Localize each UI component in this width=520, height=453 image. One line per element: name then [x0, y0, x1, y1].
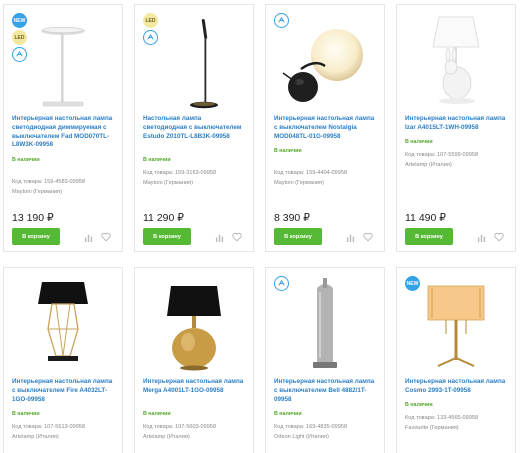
stock-status: В наличии [143, 157, 171, 163]
product-brand: Odeon Light (Италия) [274, 434, 329, 440]
product-code: Код товара: 159-3163-09958 [143, 170, 217, 176]
product-code: Код товара: 107-5603-09958 [143, 424, 217, 430]
product-card[interactable]: Интерьерная настольная лампа с выключате… [265, 4, 385, 252]
product-price: 11 490 ₽ [405, 212, 446, 224]
product-title-link[interactable]: Интерьерная настольная лампа с выключате… [274, 115, 378, 141]
product-title-link[interactable]: Интерьерная настольная лампа Merga A4001… [143, 378, 247, 396]
dimmable-icon [274, 276, 289, 291]
product-card[interactable]: NEW Интерьерная настольная лампа Cosmo 2… [396, 267, 516, 453]
compare-icon[interactable] [346, 233, 355, 242]
compare-icon[interactable] [215, 233, 224, 242]
product-card[interactable]: Интерьерная настольная лампа Izar A4015L… [396, 4, 516, 252]
product-brand: Maytoni (Германия) [12, 189, 62, 195]
product-price: 13 190 ₽ [12, 212, 54, 224]
product-price: 8 390 ₽ [274, 212, 310, 224]
product-brand: Artelamp (Италия) [12, 434, 59, 440]
add-to-cart-button[interactable]: В корзину [274, 228, 322, 245]
product-code: Код товара: 169-4835-09958 [274, 424, 348, 430]
product-card[interactable]: Интерьерная настольная лампа с выключате… [265, 267, 385, 453]
led-badge: LED [143, 13, 158, 28]
product-title-link[interactable]: Настольная лампа светодиодная с выключат… [143, 115, 247, 141]
stock-status: В наличии [405, 139, 433, 145]
product-image[interactable] [135, 272, 253, 376]
add-to-cart-button[interactable]: В корзину [405, 228, 453, 245]
new-badge: NEW [405, 276, 420, 291]
stock-status: В наличии [143, 411, 171, 417]
product-code: Код товара: 159-4404-09958 [274, 170, 348, 176]
product-code: Код товара: 107-5599-09958 [405, 152, 479, 158]
product-title-link[interactable]: Интерьерная настольная лампа с выключате… [274, 378, 378, 404]
add-to-cart-button[interactable]: В корзину [12, 228, 60, 245]
add-to-cart-button[interactable]: В корзину [143, 228, 191, 245]
stock-status: В наличии [274, 411, 302, 417]
favorite-heart-icon[interactable] [232, 232, 242, 242]
product-title-link[interactable]: Интерьерная настольная лампа Izar A4015L… [405, 115, 509, 133]
badge-group: NEW [405, 276, 420, 291]
badge-group: LED [143, 13, 158, 45]
led-badge: LED [12, 30, 27, 45]
product-title-link[interactable]: Интерьерная настольная лампа светодиодна… [12, 115, 116, 150]
stock-status: В наличии [405, 402, 433, 408]
product-brand: Favourite (Германия) [405, 425, 459, 431]
product-price: 11 290 ₽ [143, 212, 184, 224]
product-title-link[interactable]: Интерьерная настольная лампа с выключате… [12, 378, 116, 404]
product-code: Код товара: 159-4583-09958 [12, 179, 86, 185]
badge-group [274, 13, 289, 28]
product-image[interactable] [4, 272, 122, 376]
favorite-heart-icon[interactable] [494, 232, 504, 242]
badge-group: NEW LED [12, 13, 27, 62]
product-code: Код товара: 107-5613-09958 [12, 424, 86, 430]
new-badge: NEW [12, 13, 27, 28]
stock-status: В наличии [274, 148, 302, 154]
product-brand: Artelamp (Италия) [405, 162, 452, 168]
product-code: Код товара: 133-4565-09958 [405, 415, 479, 421]
compare-icon[interactable] [477, 233, 486, 242]
stock-status: В наличии [12, 411, 40, 417]
product-card[interactable]: LED Настольная лампа светодиодная с выкл… [134, 4, 254, 252]
product-card[interactable]: NEW LED Интерьерная настольная лампа све… [3, 4, 123, 252]
product-card[interactable]: Интерьерная настольная лампа Merga A4001… [134, 267, 254, 453]
product-card[interactable]: Интерьерная настольная лампа с выключате… [3, 267, 123, 453]
product-brand: Artelamp (Италия) [143, 434, 190, 440]
product-brand: Maytoni (Германия) [143, 180, 193, 186]
stock-status: В наличии [12, 157, 40, 163]
badge-group [274, 276, 289, 291]
product-brand: Maytoni (Германия) [274, 180, 324, 186]
dimmable-icon [12, 47, 27, 62]
product-image[interactable] [397, 9, 515, 113]
favorite-heart-icon[interactable] [363, 232, 373, 242]
compare-icon[interactable] [84, 233, 93, 242]
product-title-link[interactable]: Интерьерная настольная лампа Cosmo 2993-… [405, 378, 509, 396]
favorite-heart-icon[interactable] [101, 232, 111, 242]
dimmable-icon [274, 13, 289, 28]
dimmable-icon [143, 30, 158, 45]
